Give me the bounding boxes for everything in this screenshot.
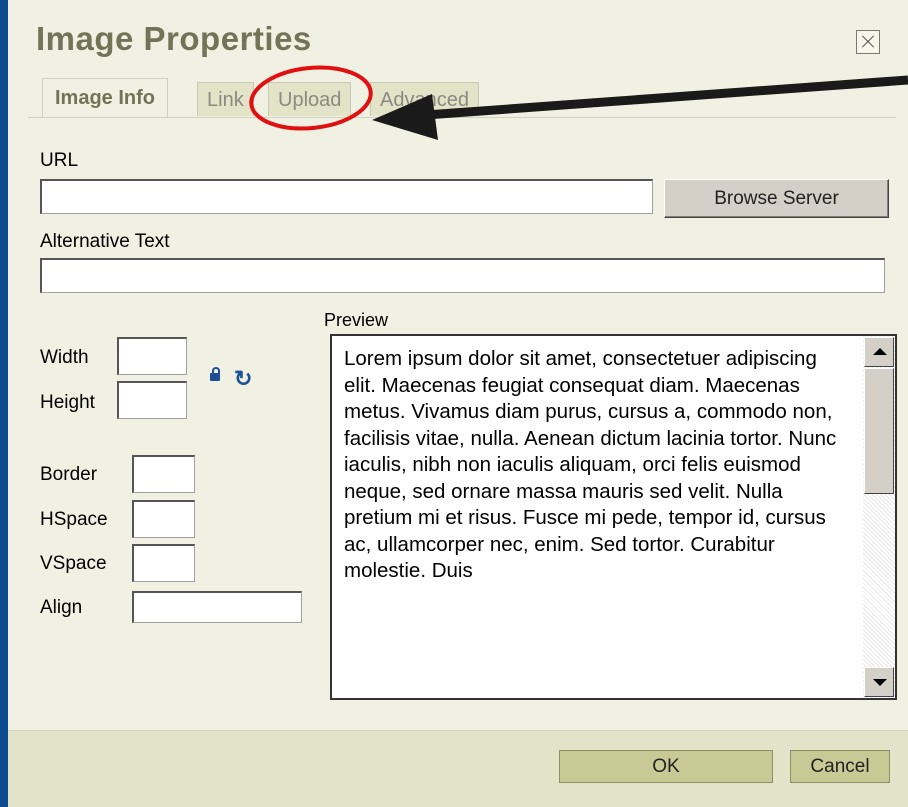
height-label: Height: [40, 392, 95, 413]
url-label: URL: [40, 150, 79, 171]
width-label: Width: [40, 347, 89, 368]
dialog-title: Image Properties: [36, 20, 312, 57]
browse-server-button[interactable]: Browse Server: [664, 179, 889, 218]
url-input[interactable]: [40, 179, 653, 214]
preview-text: Lorem ipsum dolor sit amet, consectetuer…: [344, 347, 837, 582]
scroll-thumb[interactable]: [864, 368, 894, 494]
border-input[interactable]: [132, 455, 195, 493]
border-label: Border: [40, 464, 98, 485]
tab-upload[interactable]: Upload: [268, 82, 352, 116]
tab-image-info[interactable]: Image Info: [42, 78, 169, 118]
ok-button[interactable]: OK: [559, 750, 773, 783]
dialog-footer: OK Cancel: [8, 730, 908, 807]
preview-scrollbar[interactable]: [863, 336, 895, 698]
width-input[interactable]: [117, 337, 187, 375]
height-input[interactable]: [117, 381, 187, 419]
image-properties-dialog: Image Properties Image Info Link Upload …: [8, 0, 908, 807]
tab-divider: [28, 117, 896, 118]
hspace-input[interactable]: [132, 500, 195, 538]
tab-advanced[interactable]: Advanced: [370, 82, 479, 116]
reset-size-icon[interactable]: ↻: [234, 366, 252, 392]
scroll-down-icon[interactable]: [864, 667, 894, 697]
close-icon[interactable]: [856, 30, 880, 54]
vspace-input[interactable]: [132, 544, 195, 582]
scroll-up-icon[interactable]: [864, 337, 894, 367]
footer-divider: [8, 730, 908, 731]
alt-text-label: Alternative Text: [40, 231, 170, 252]
align-select[interactable]: [132, 591, 302, 623]
vspace-label: VSpace: [40, 553, 107, 574]
cancel-button[interactable]: Cancel: [790, 750, 890, 783]
align-label: Align: [40, 597, 83, 618]
preview-box: Lorem ipsum dolor sit amet, consectetuer…: [330, 334, 897, 700]
preview-label: Preview: [324, 310, 389, 330]
hspace-label: HSpace: [40, 509, 108, 530]
tab-link[interactable]: Link: [197, 82, 254, 116]
alt-text-input[interactable]: [40, 258, 885, 293]
lock-icon[interactable]: [210, 367, 220, 381]
